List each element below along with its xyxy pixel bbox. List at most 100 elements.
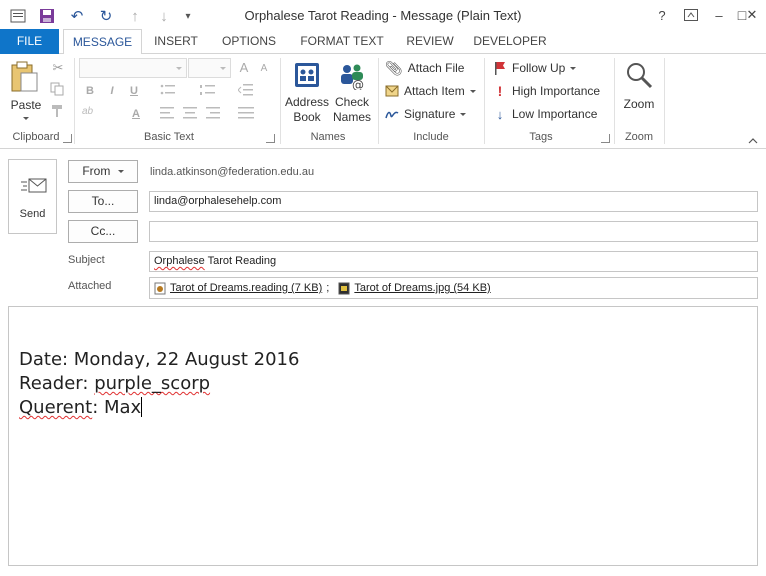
attachment-item[interactable]: Tarot of Dreams.jpg (54 KB) <box>338 279 491 298</box>
address-book-label-line1: Address <box>284 95 330 109</box>
address-book-label-line2: Book <box>293 110 321 124</box>
subject-text-misspelled: Orphalese <box>154 255 205 267</box>
close-button[interactable]: ✕ <box>741 3 763 27</box>
high-importance-icon: ! <box>497 83 503 99</box>
decrease-indent-icon[interactable] <box>237 83 256 99</box>
cut-icon[interactable]: ✂ <box>50 60 66 76</box>
check-names-label-line2: Names <box>332 110 371 124</box>
tab-format-text[interactable]: FORMAT TEXT <box>294 29 390 54</box>
attach-item-button[interactable]: Attach Item <box>385 81 476 101</box>
font-size-combo[interactable] <box>188 58 231 78</box>
from-button-label: From <box>82 164 111 178</box>
shrink-font-button[interactable]: A <box>256 61 272 77</box>
align-left-icon[interactable] <box>160 107 178 123</box>
clipboard-group-label: Clipboard <box>12 131 60 143</box>
bullets-icon[interactable] <box>160 83 178 99</box>
font-color-button[interactable]: A <box>128 106 144 122</box>
low-importance-button[interactable]: ↓ Low Importance <box>493 104 598 124</box>
basic-text-dialog-launcher[interactable] <box>266 134 275 143</box>
help-button[interactable]: ? <box>650 3 674 27</box>
attachment-item[interactable]: Tarot of Dreams.reading (7 KB); <box>154 279 329 298</box>
zoom-button[interactable]: Zoom <box>618 60 660 112</box>
send-button[interactable]: Send <box>8 159 57 234</box>
clear-formatting-icon[interactable]: ab <box>82 106 100 122</box>
format-painter-icon[interactable] <box>50 104 66 120</box>
clipboard-dialog-launcher[interactable] <box>63 134 72 143</box>
title-bar: ↶ ↻ ↑ ↓ ▾ Orphalese Tarot Reading - Mess… <box>0 0 766 30</box>
address-book-button[interactable]: Address Book <box>284 60 330 125</box>
font-name-combo[interactable] <box>79 58 187 78</box>
paste-button[interactable]: Paste <box>8 60 44 120</box>
grow-font-button[interactable]: A <box>236 60 252 76</box>
reading-file-icon <box>154 282 166 295</box>
text-caret <box>141 397 143 417</box>
ribbon: Paste ✂ Clipboard A A B I U ab A Basic T… <box>0 54 766 149</box>
to-field[interactable]: linda@orphalesehelp.com <box>149 191 758 212</box>
chevron-down-icon <box>220 67 226 70</box>
tab-message[interactable]: MESSAGE <box>63 29 142 55</box>
chevron-down-icon <box>460 112 467 116</box>
names-group-label: Names <box>310 131 346 143</box>
attach-item-icon <box>385 85 399 97</box>
attachments-field[interactable]: Tarot of Dreams.reading (7 KB); Tarot of… <box>149 277 758 299</box>
attached-label: Attached <box>68 280 112 292</box>
attach-item-label: Attach Item <box>404 84 465 98</box>
body-line-date: Date: Monday, 22 August 2016 <box>19 349 300 370</box>
bold-button[interactable]: B <box>82 83 98 99</box>
low-importance-label: Low Importance <box>512 107 598 121</box>
follow-up-button[interactable]: Follow Up <box>493 58 577 78</box>
check-names-button[interactable]: @ Check Names <box>330 60 374 125</box>
minimize-button[interactable]: – <box>707 3 731 27</box>
align-right-icon[interactable] <box>204 107 222 123</box>
tab-options[interactable]: OPTIONS <box>214 29 284 54</box>
underline-button[interactable]: U <box>126 83 142 99</box>
numbering-icon[interactable] <box>200 83 218 99</box>
signature-label: Signature <box>404 107 456 121</box>
tab-file[interactable]: FILE <box>0 29 59 54</box>
message-body[interactable]: Date: Monday, 22 August 2016 Reader: pur… <box>8 306 758 566</box>
attachment-name[interactable]: Tarot of Dreams.reading (7 KB) <box>170 279 322 298</box>
svg-text:@: @ <box>352 78 364 90</box>
chevron-down-icon <box>117 170 124 173</box>
group-separator <box>614 58 615 144</box>
signature-button[interactable]: Signature <box>385 104 467 124</box>
zoom-label: Zoom <box>623 97 655 111</box>
paste-dropdown-icon <box>23 117 29 120</box>
ribbon-display-options-button[interactable] <box>679 3 703 27</box>
reader-prefix: Reader: <box>19 373 95 394</box>
to-button[interactable]: To... <box>68 190 138 213</box>
body-line-reader: Reader: purple_scorp <box>19 373 210 394</box>
magnifier-icon <box>627 63 653 89</box>
attach-file-button[interactable]: 📎︎ Attach File <box>385 58 464 78</box>
flag-icon <box>495 62 505 75</box>
high-importance-button[interactable]: ! High Importance <box>493 81 600 101</box>
include-group-label: Include <box>413 131 449 143</box>
send-label: Send <box>19 208 46 220</box>
cc-field[interactable] <box>149 221 758 242</box>
subject-field[interactable]: Orphalese Tarot Reading <box>149 251 758 272</box>
copy-icon[interactable] <box>50 82 66 98</box>
align-center-icon[interactable] <box>182 107 200 123</box>
collapse-ribbon-icon[interactable] <box>748 134 758 144</box>
justify-icon[interactable] <box>238 107 256 123</box>
basic-text-group-label: Basic Text <box>144 131 194 143</box>
querent-misspelled: Querent <box>19 397 93 418</box>
cc-button[interactable]: Cc... <box>68 220 138 243</box>
attach-file-label: Attach File <box>407 61 465 75</box>
ribbon-tabs: FILE MESSAGE INSERT OPTIONS FORMAT TEXT … <box>0 29 766 55</box>
attachment-name[interactable]: Tarot of Dreams.jpg (54 KB) <box>354 279 490 298</box>
attachment-separator: ; <box>326 282 330 294</box>
tab-developer[interactable]: DEVELOPER <box>468 29 552 54</box>
tab-insert[interactable]: INSERT <box>148 29 204 54</box>
from-address: linda.atkinson@federation.edu.au <box>150 166 315 178</box>
from-button[interactable]: From <box>68 160 138 183</box>
tab-review[interactable]: REVIEW <box>400 29 460 54</box>
reader-name-misspelled: purple_scorp <box>94 373 211 394</box>
italic-button[interactable]: I <box>104 83 120 99</box>
paste-label: Paste <box>10 98 42 112</box>
tags-group-label: Tags <box>529 131 553 143</box>
tags-dialog-launcher[interactable] <box>601 134 610 143</box>
chevron-down-icon <box>176 67 182 70</box>
address-book-icon <box>295 63 319 87</box>
querent-rest: : Max <box>92 397 142 418</box>
